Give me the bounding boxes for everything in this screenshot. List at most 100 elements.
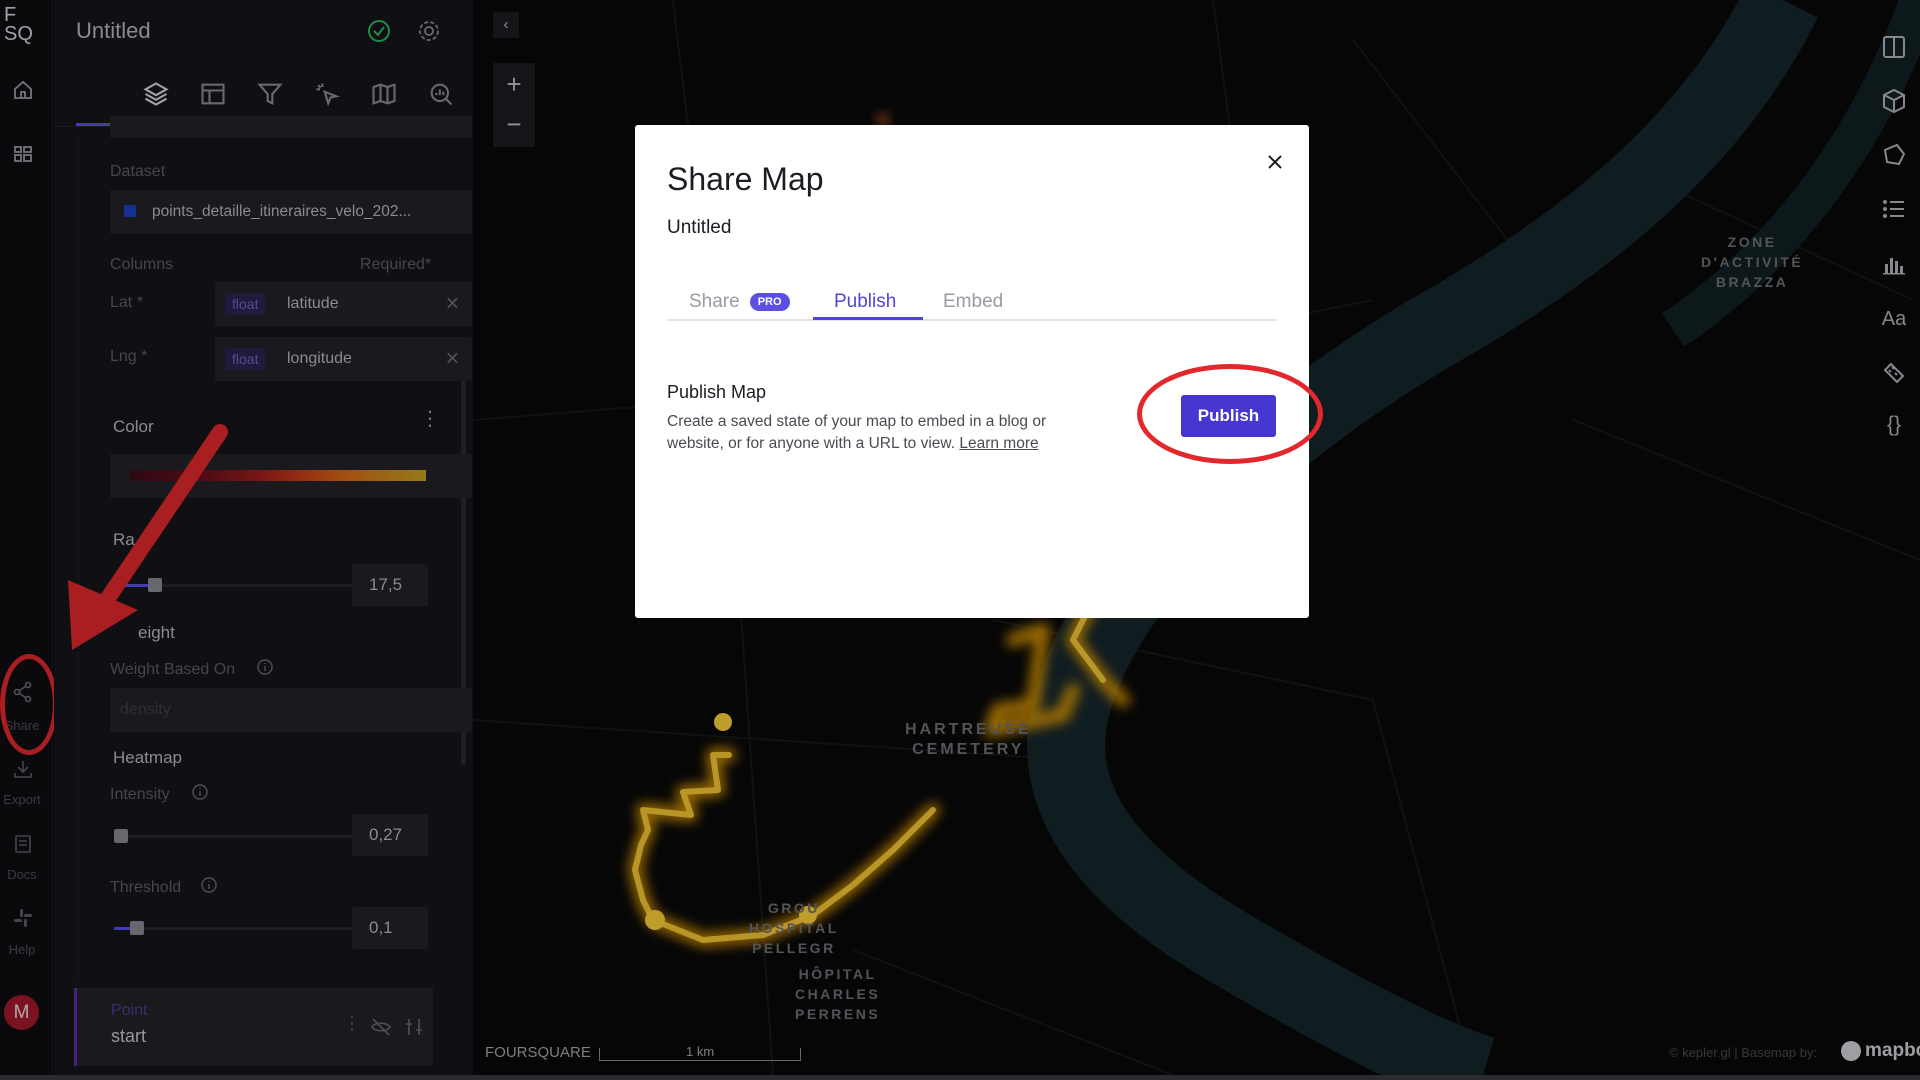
map-title[interactable]: Untitled	[76, 18, 151, 44]
tab-share[interactable]: Share PRO	[689, 291, 790, 313]
layer-row-point-start[interactable]: Point start ⋮	[74, 988, 433, 1066]
hide-layer-icon[interactable]	[370, 1016, 392, 1038]
user-avatar[interactable]: M	[4, 995, 39, 1030]
map-label-zone-text: ZONE D'ACTIVITÉ BRAZZA	[1701, 234, 1804, 290]
bottom-edge-strip	[473, 1075, 1920, 1080]
dataset-color-swatch	[124, 205, 136, 217]
intensity-info-icon[interactable]	[191, 783, 209, 801]
export-icon[interactable]	[11, 757, 35, 781]
code-braces-icon[interactable]: {}	[1879, 410, 1909, 440]
map-label-zone-brazza: ZONE D'ACTIVITÉ BRAZZA	[1701, 232, 1803, 292]
saved-check-icon	[368, 20, 390, 42]
map-label-hopital-perrens: HÔPITAL CHARLES PERRENS	[795, 964, 880, 1024]
foursquare-attribution[interactable]: FOURSQUARE	[485, 1044, 591, 1061]
intensity-input[interactable]: 0,27	[352, 814, 428, 856]
docs-icon[interactable]	[11, 832, 35, 856]
color-more-icon[interactable]: ⋮	[420, 409, 440, 429]
threshold-slider-knob[interactable]	[130, 921, 144, 935]
threshold-input[interactable]: 0,1	[352, 907, 428, 949]
chart-bars-icon[interactable]	[1879, 248, 1909, 278]
intensity-slider-knob[interactable]	[114, 829, 128, 843]
clear-lng-icon[interactable]: ✕	[445, 349, 460, 370]
3d-cube-icon[interactable]	[1879, 86, 1909, 116]
weight-info-icon[interactable]	[256, 658, 274, 676]
weight-field-select[interactable]: density	[110, 688, 472, 732]
grid-icon[interactable]	[11, 142, 35, 166]
modal-title: Share Map	[667, 161, 824, 197]
tab-interactions-icon[interactable]	[313, 80, 341, 108]
zoom-in-button[interactable]: +	[493, 63, 535, 105]
threshold-label: Threshold	[110, 879, 182, 896]
collapse-panel-button[interactable]: ‹	[493, 12, 519, 38]
weight-based-on-label: Weight Based On	[110, 661, 236, 678]
tab-filter-icon[interactable]	[256, 80, 284, 108]
dataset-label: Dataset	[110, 163, 166, 180]
annotation-circle-publish	[1137, 364, 1323, 464]
tab-layers-icon[interactable]	[142, 80, 170, 108]
required-label: Required*	[360, 256, 432, 273]
intensity-label: Intensity	[110, 786, 170, 803]
learn-more-link[interactable]: Learn more	[959, 435, 1038, 452]
kepler-attribution[interactable]: © kepler.gl | Basemap by:	[1669, 1045, 1817, 1060]
cropped-field	[110, 116, 472, 138]
foursquare-logo[interactable]: F SQ	[4, 5, 40, 44]
left-rail: F SQ Share Export Docs Help M	[0, 0, 53, 1075]
tab-publish[interactable]: Publish	[834, 291, 896, 313]
map-label-pellegrin-text: GROU HOSPITAL PELLEGR	[749, 900, 839, 956]
dataset-name: points_detaille_itineraires_velo_202...	[152, 203, 412, 220]
lng-type-pill: float	[225, 348, 266, 370]
text-annotation-icon[interactable]: Aa	[1879, 304, 1909, 334]
active-tab-underline	[813, 317, 923, 320]
map-label-hospital-pellegrin: GROU HOSPITAL PELLEGR	[749, 898, 839, 958]
lng-label: Lng *	[110, 348, 148, 365]
zoom-control: + −	[493, 63, 535, 147]
layer-config-icon[interactable]	[403, 1016, 425, 1038]
lat-column-value: latitude	[287, 295, 339, 312]
intensity-slider-track[interactable]	[114, 835, 382, 838]
tab-embed[interactable]: Embed	[943, 291, 1003, 313]
publish-section-description: Create a saved state of your map to embe…	[667, 411, 1107, 455]
layer-type-label: Point	[111, 1002, 148, 1019]
threshold-slider-track[interactable]	[114, 927, 382, 930]
clear-lat-icon[interactable]: ✕	[445, 294, 460, 315]
annotation-circle-share	[0, 654, 58, 755]
settings-gear-icon[interactable]	[416, 18, 442, 44]
annotation-red-arrow	[68, 424, 228, 650]
ruler-icon[interactable]	[1879, 358, 1909, 388]
scale-bar-label: 1 km	[686, 1044, 715, 1059]
map-label-perrens-text: HÔPITAL CHARLES PERRENS	[795, 966, 881, 1022]
lng-column-value: longitude	[287, 350, 352, 367]
tab-basemap-icon[interactable]	[370, 80, 398, 108]
publish-section-title: Publish Map	[667, 382, 767, 402]
modal-tabs: Share PRO Publish Embed	[667, 283, 1277, 321]
zoom-out-button[interactable]: −	[493, 105, 535, 147]
help-label[interactable]: Help	[0, 942, 44, 957]
home-icon[interactable]	[11, 78, 35, 102]
lng-column-select[interactable]: float longitude ✕	[215, 337, 472, 381]
close-icon[interactable]	[1260, 147, 1290, 177]
radius-input[interactable]: 17,5	[352, 564, 428, 606]
columns-label: Columns	[110, 256, 174, 273]
tab-analysis-icon[interactable]	[427, 80, 455, 108]
layer-drag-icon[interactable]: ⋮	[343, 1013, 361, 1034]
dataset-select[interactable]: points_detaille_itineraires_velo_202...	[110, 190, 472, 234]
docs-label[interactable]: Docs	[0, 867, 44, 882]
map-label-cemetery-text: HARTREUSE CEMETERY	[905, 721, 1032, 758]
pro-badge: PRO	[749, 293, 790, 311]
tab-share-label: Share	[689, 291, 740, 312]
split-map-icon[interactable]	[1879, 32, 1909, 62]
export-label[interactable]: Export	[0, 792, 44, 807]
heatmap-section-label[interactable]: Heatmap	[113, 748, 182, 768]
slack-icon[interactable]	[11, 906, 35, 930]
lat-column-select[interactable]: float latitude ✕	[215, 282, 472, 326]
legend-list-icon[interactable]	[1879, 194, 1909, 224]
mapbox-logo-icon	[1841, 1041, 1861, 1061]
map-label-cemetery: HARTREUSE CEMETERY	[905, 720, 1032, 760]
tab-table-icon[interactable]	[199, 80, 227, 108]
bottom-edge-strip-left	[0, 1075, 473, 1080]
weight-field-placeholder: density	[120, 701, 171, 718]
mapbox-wordmark[interactable]: mapbo	[1865, 1040, 1920, 1062]
draw-polygon-icon[interactable]	[1879, 140, 1909, 170]
threshold-info-icon[interactable]	[200, 876, 218, 894]
layer-name-label: start	[111, 1026, 147, 1046]
